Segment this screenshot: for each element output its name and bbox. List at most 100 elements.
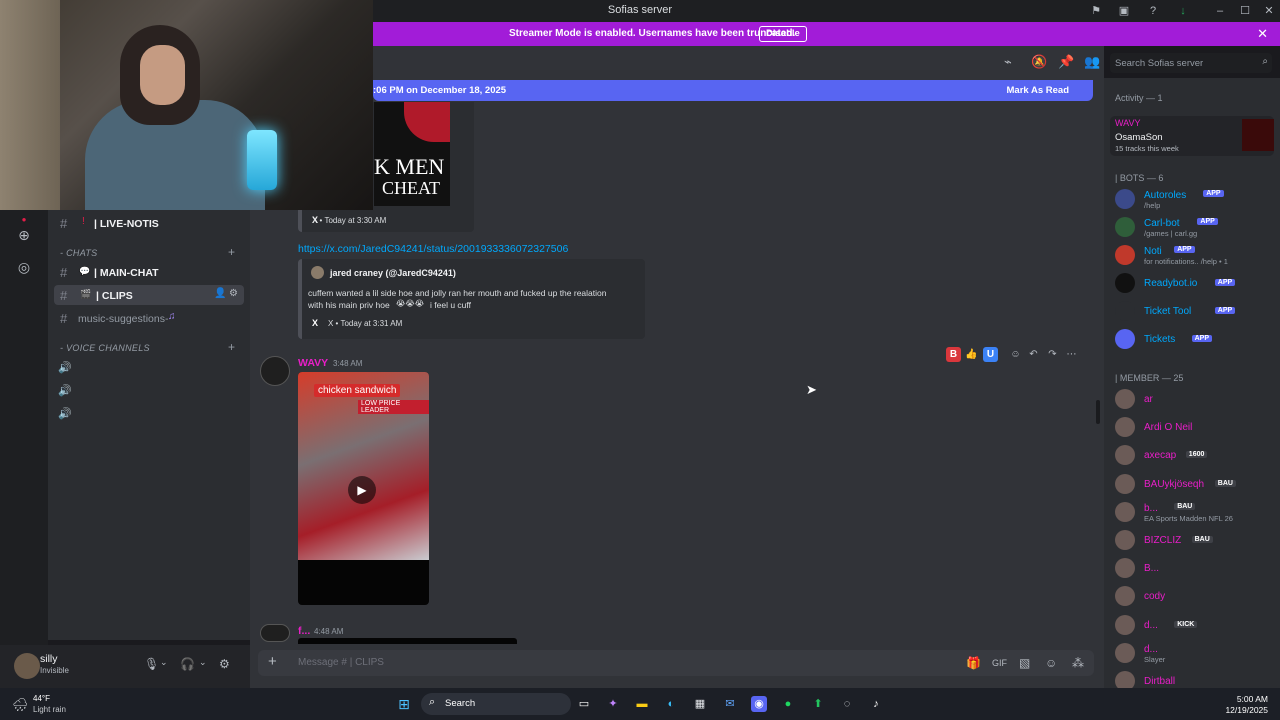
member-row[interactable]: BAUykjöseqh BAU [1104,472,1280,498]
invite-icon[interactable]: 👤 [214,288,226,299]
member-row[interactable]: Dirtball [1104,669,1280,690]
member-row[interactable]: Autoroles APP/help [1104,187,1280,213]
minimize-icon[interactable]: – [1212,3,1228,19]
avatar[interactable] [14,653,40,679]
weather-temp[interactable]: 44°F [33,694,50,703]
add-server-icon[interactable]: ⊕ [14,225,34,245]
start-icon[interactable]: ⊞ [396,696,412,712]
avatar[interactable] [1115,417,1135,438]
embed-author[interactable]: jared craney (@JaredC94241) [330,268,456,278]
weather-icon[interactable]: 🌧 [12,697,29,713]
headphones-icon[interactable]: 🎧 [180,657,195,671]
reaction-b-icon[interactable]: B [946,347,961,362]
microphone-icon[interactable]: 🎙 [144,657,159,671]
search-input[interactable]: Search Sofias server ⌕ [1110,53,1272,73]
threads-icon[interactable]: ⌁ [1004,54,1012,70]
clock[interactable]: 5:00 AM 12/19/2025 [1225,694,1268,716]
maximize-icon[interactable]: ☐ [1237,3,1253,19]
channel-live-notis[interactable]: # | LIVE-NOTIS ! [48,213,250,233]
member-row[interactable]: axecap 1600 [1104,443,1280,469]
voice-channel-3[interactable]: 🔊 [58,407,72,420]
screen-share-icon[interactable]: ▣ [1116,3,1132,19]
edge-icon[interactable]: ◐ [663,696,679,712]
add-voice-channel-icon[interactable]: + [228,340,235,354]
gift-icon[interactable]: 🎁 [966,656,981,670]
avatar[interactable] [1115,329,1135,349]
embed-image[interactable]: K MEN CHEAT [374,102,450,206]
avatar[interactable] [1115,642,1135,663]
store-icon[interactable]: ▦ [692,696,708,712]
channel-music-suggestions[interactable]: # music-suggestions- ♫ [48,308,250,328]
tweet-link[interactable]: https://x.com/JaredC94241/status/2001933… [298,243,568,255]
app-icon[interactable]: ⬆ [810,696,826,712]
gif-icon[interactable]: GIF [992,658,1007,668]
reply-icon[interactable]: ↶ [1026,347,1041,362]
channel-clips[interactable]: # | CLIPS 🎬 👤 ⚙ [54,285,244,305]
file-explorer-icon[interactable]: ▬ [634,696,650,712]
avatar[interactable] [1115,445,1135,466]
mail-icon[interactable]: ✉ [722,696,738,712]
member-row[interactable]: d... Slayer [1104,641,1280,667]
avatar[interactable] [1115,614,1135,635]
message-author[interactable]: WAVY [298,357,328,369]
chevron-down-icon[interactable]: ⌄ [199,657,207,668]
voice-channel-2[interactable]: 🔊 [58,384,72,397]
video-attachment[interactable]: LOW PRICE LEADER chicken sandwich ▶ [298,372,429,605]
avatar[interactable] [1115,189,1135,209]
pin-icon[interactable]: 📌 [1058,54,1074,70]
message-input[interactable]: + Message # | CLIPS 🎁 GIF ▧ ☺ ⁂ [258,650,1094,676]
member-row[interactable]: d... KICK [1104,613,1280,639]
tiktok-icon[interactable]: ♪ [868,696,884,712]
disable-streamer-mode-button[interactable]: Disable [759,26,807,42]
avatar[interactable] [1115,273,1135,293]
discover-icon[interactable]: ◎ [14,257,34,277]
member-row[interactable]: BIZCLIZ BAU [1104,528,1280,554]
sticker-icon[interactable]: ▧ [1019,656,1030,670]
more-icon[interactable]: ⋯ [1064,347,1079,362]
task-view-icon[interactable]: ▭ [576,696,592,712]
member-row[interactable]: Tickets APP [1104,327,1280,353]
voice-channel-1[interactable]: 🔊 [58,361,72,374]
play-icon[interactable]: ▶ [348,476,376,504]
username[interactable]: silly [40,653,58,665]
emoji-icon[interactable]: ☺ [1045,656,1057,670]
member-row[interactable]: B... [1104,556,1280,582]
avatar[interactable] [1115,301,1135,321]
category-chats[interactable]: - CHATS [60,248,97,258]
obs-icon[interactable]: ◌ [839,696,855,712]
close-banner-icon[interactable]: ✕ [1257,26,1268,42]
gear-icon[interactable]: ⚙ [229,288,238,299]
channel-main-chat[interactable]: # | MAIN-CHAT 💬 [48,262,250,282]
avatar[interactable] [1115,586,1135,607]
avatar[interactable] [1115,558,1135,579]
discord-icon[interactable]: ◉ [751,696,767,712]
activity-card[interactable]: WAVY OsamaSon 15 tracks this week [1110,116,1274,156]
thumbs-up-icon[interactable]: 👍 [964,347,979,362]
spotify-icon[interactable]: ● [780,696,796,712]
new-messages-bar[interactable]: :06 PM on December 18, 2025 Mark As Read [373,80,1093,101]
avatar[interactable] [1115,501,1135,522]
avatar[interactable] [1115,389,1135,409]
member-list-icon[interactable]: 👥 [1084,54,1100,70]
chat-scrollbar[interactable] [1096,400,1100,424]
avatar[interactable] [1115,217,1135,237]
member-row[interactable]: Readybot.io APP [1104,271,1280,297]
avatar[interactable] [260,356,290,386]
help-icon[interactable]: ? [1145,3,1161,19]
avatar[interactable] [260,624,290,642]
member-row[interactable]: Noti APP for notifications.. /help • 1 [1104,243,1280,269]
forward-icon[interactable]: ↷ [1045,347,1060,362]
upload-plus-icon[interactable]: + [268,653,277,670]
mark-as-read-button[interactable]: Mark As Read [1007,85,1069,96]
category-voice-channels[interactable]: - VOICE CHANNELS [60,343,150,353]
mute-icon[interactable]: 🔕 [1031,54,1047,70]
member-row[interactable]: cody [1104,584,1280,610]
download-icon[interactable]: ↓ [1175,3,1191,19]
settings-gear-icon[interactable]: ⚙ [219,657,230,671]
add-reaction-icon[interactable]: ☺ [1008,347,1023,362]
close-window-icon[interactable]: ✕ [1261,3,1277,19]
member-row[interactable]: Carl-bot APP/games | carl.gg [1104,215,1280,241]
apps-icon[interactable]: ⁂ [1072,656,1084,670]
avatar[interactable] [1115,245,1135,265]
member-row[interactable]: ar [1104,387,1280,413]
